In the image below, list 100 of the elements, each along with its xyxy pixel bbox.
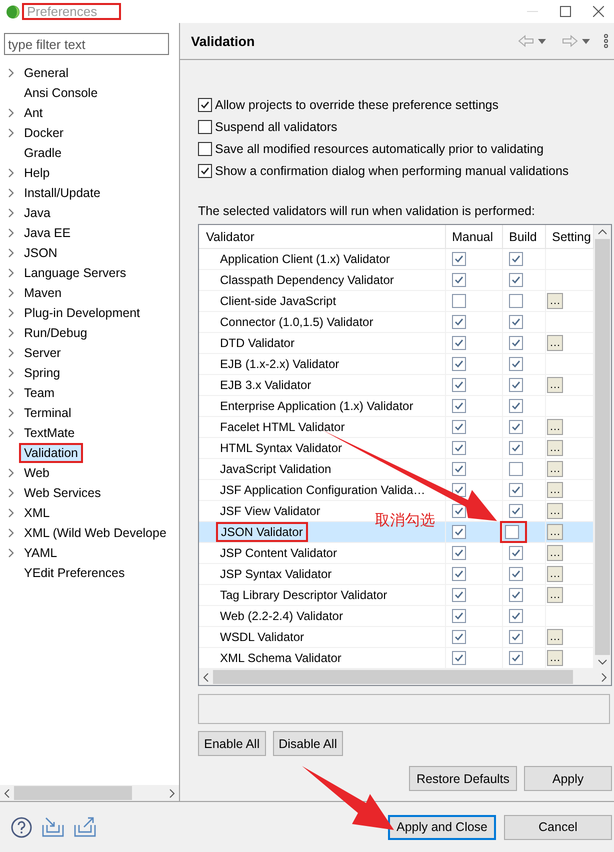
checkbox[interactable] [452,336,466,350]
tree-item[interactable]: Ansi Console [21,85,101,101]
scrollbar-thumb[interactable] [595,239,610,655]
checkbox[interactable] [452,252,466,266]
checkbox[interactable] [452,630,466,644]
checkbox[interactable] [452,462,466,476]
checkbox[interactable] [452,273,466,287]
table-row[interactable]: DTD Validator … [199,333,594,354]
checkbox[interactable] [198,164,212,178]
chevron-right-icon[interactable] [8,308,14,318]
checkbox[interactable] [452,399,466,413]
dropdown-icon[interactable] [538,38,546,44]
table-row[interactable]: HTML Syntax Validator … [199,438,594,459]
page-action-button[interactable]: Restore Defaults [409,766,517,791]
settings-button[interactable]: … [547,545,563,561]
checkbox[interactable] [505,525,519,539]
scroll-right-icon[interactable] [169,788,175,798]
table-row[interactable]: Connector (1.0,1.5) Validator [199,312,594,333]
checkbox[interactable] [452,567,466,581]
checkbox[interactable] [452,504,466,518]
tree-item[interactable]: Web [21,465,52,481]
checkbox[interactable] [198,142,212,156]
tree-item[interactable]: Docker [21,125,67,141]
checkbox[interactable] [198,120,212,134]
chevron-right-icon[interactable] [8,68,14,78]
checkbox[interactable] [452,525,466,539]
checkbox[interactable] [509,588,523,602]
checkbox[interactable] [452,315,466,329]
checkbox[interactable] [509,630,523,644]
more-menu-icon[interactable] [604,34,608,48]
chevron-right-icon[interactable] [8,488,14,498]
scroll-left-icon[interactable] [4,788,10,798]
checkbox[interactable] [509,483,523,497]
table-row[interactable]: JSP Syntax Validator … [199,564,594,585]
table-action-button[interactable]: Disable All [272,731,343,756]
settings-button[interactable]: … [547,461,563,477]
settings-button[interactable]: … [547,377,563,393]
page-action-button[interactable]: Apply [524,766,612,791]
column-header[interactable]: Validator [199,225,446,248]
checkbox[interactable] [509,357,523,371]
tree-item[interactable]: XML (Wild Web Develope [21,525,170,541]
checkbox[interactable] [452,483,466,497]
tree-item[interactable]: Server [21,345,64,361]
table-row[interactable]: Classpath Dependency Validator [199,270,594,291]
chevron-right-icon[interactable] [8,288,14,298]
tree-item[interactable]: Language Servers [21,265,130,281]
settings-button[interactable]: … [547,587,563,603]
checkbox[interactable] [509,441,523,455]
scroll-down-icon[interactable] [598,659,607,665]
tree-item[interactable]: Java [21,205,54,221]
checkbox[interactable] [509,336,523,350]
scroll-up-icon[interactable] [598,229,607,235]
tree-item[interactable]: Java EE [21,225,74,241]
scroll-right-icon[interactable] [601,672,607,682]
table-row[interactable]: WSDL Validator … [199,627,594,648]
chevron-right-icon[interactable] [8,128,14,138]
settings-button[interactable]: … [547,503,563,519]
table-row[interactable]: Facelet HTML Validator … [199,417,594,438]
tree-item[interactable]: Validation [21,445,81,461]
tree-item[interactable]: Plug-in Development [21,305,144,321]
checkbox[interactable] [452,357,466,371]
checkbox[interactable] [452,378,466,392]
tree-item[interactable]: YAML [21,545,60,561]
dialog-button[interactable]: Cancel [504,814,612,840]
checkbox[interactable] [452,546,466,560]
checkbox[interactable] [452,651,466,665]
checkbox[interactable] [198,98,212,112]
table-row[interactable]: Web (2.2-2.4) Validator [199,606,594,627]
export-icon[interactable] [74,817,96,837]
checkbox[interactable] [509,378,523,392]
chevron-right-icon[interactable] [8,268,14,278]
settings-button[interactable]: … [547,629,563,645]
checkbox[interactable] [509,420,523,434]
dropdown-icon[interactable] [582,38,590,44]
dialog-button[interactable]: Apply and Close [388,814,496,840]
chevron-right-icon[interactable] [8,368,14,378]
checkbox[interactable] [509,546,523,560]
checkbox[interactable] [452,609,466,623]
chevron-right-icon[interactable] [8,168,14,178]
checkbox[interactable] [452,420,466,434]
checkbox[interactable] [509,315,523,329]
settings-button[interactable]: … [547,650,563,666]
table-row[interactable]: Enterprise Application (1.x) Validator [199,396,594,417]
table-row[interactable]: JavaScript Validation … [199,459,594,480]
tree-item[interactable]: Web Services [21,485,104,501]
scroll-left-icon[interactable] [203,672,209,682]
scrollbar-thumb[interactable] [14,786,132,800]
close-icon[interactable] [593,6,604,17]
table-row[interactable]: Application Client (1.x) Validator [199,249,594,270]
scrollbar-thumb[interactable] [213,670,573,684]
checkbox[interactable] [509,504,523,518]
table-row[interactable]: Client-side JavaScript … [199,291,594,312]
table-row[interactable]: EJB 3.x Validator … [199,375,594,396]
chevron-right-icon[interactable] [8,468,14,478]
table-row[interactable]: JSF Application Configuration Valida… … [199,480,594,501]
settings-button[interactable]: … [547,440,563,456]
table-row[interactable]: EJB (1.x-2.x) Validator [199,354,594,375]
checkbox[interactable] [509,399,523,413]
chevron-right-icon[interactable] [8,228,14,238]
chevron-right-icon[interactable] [8,328,14,338]
